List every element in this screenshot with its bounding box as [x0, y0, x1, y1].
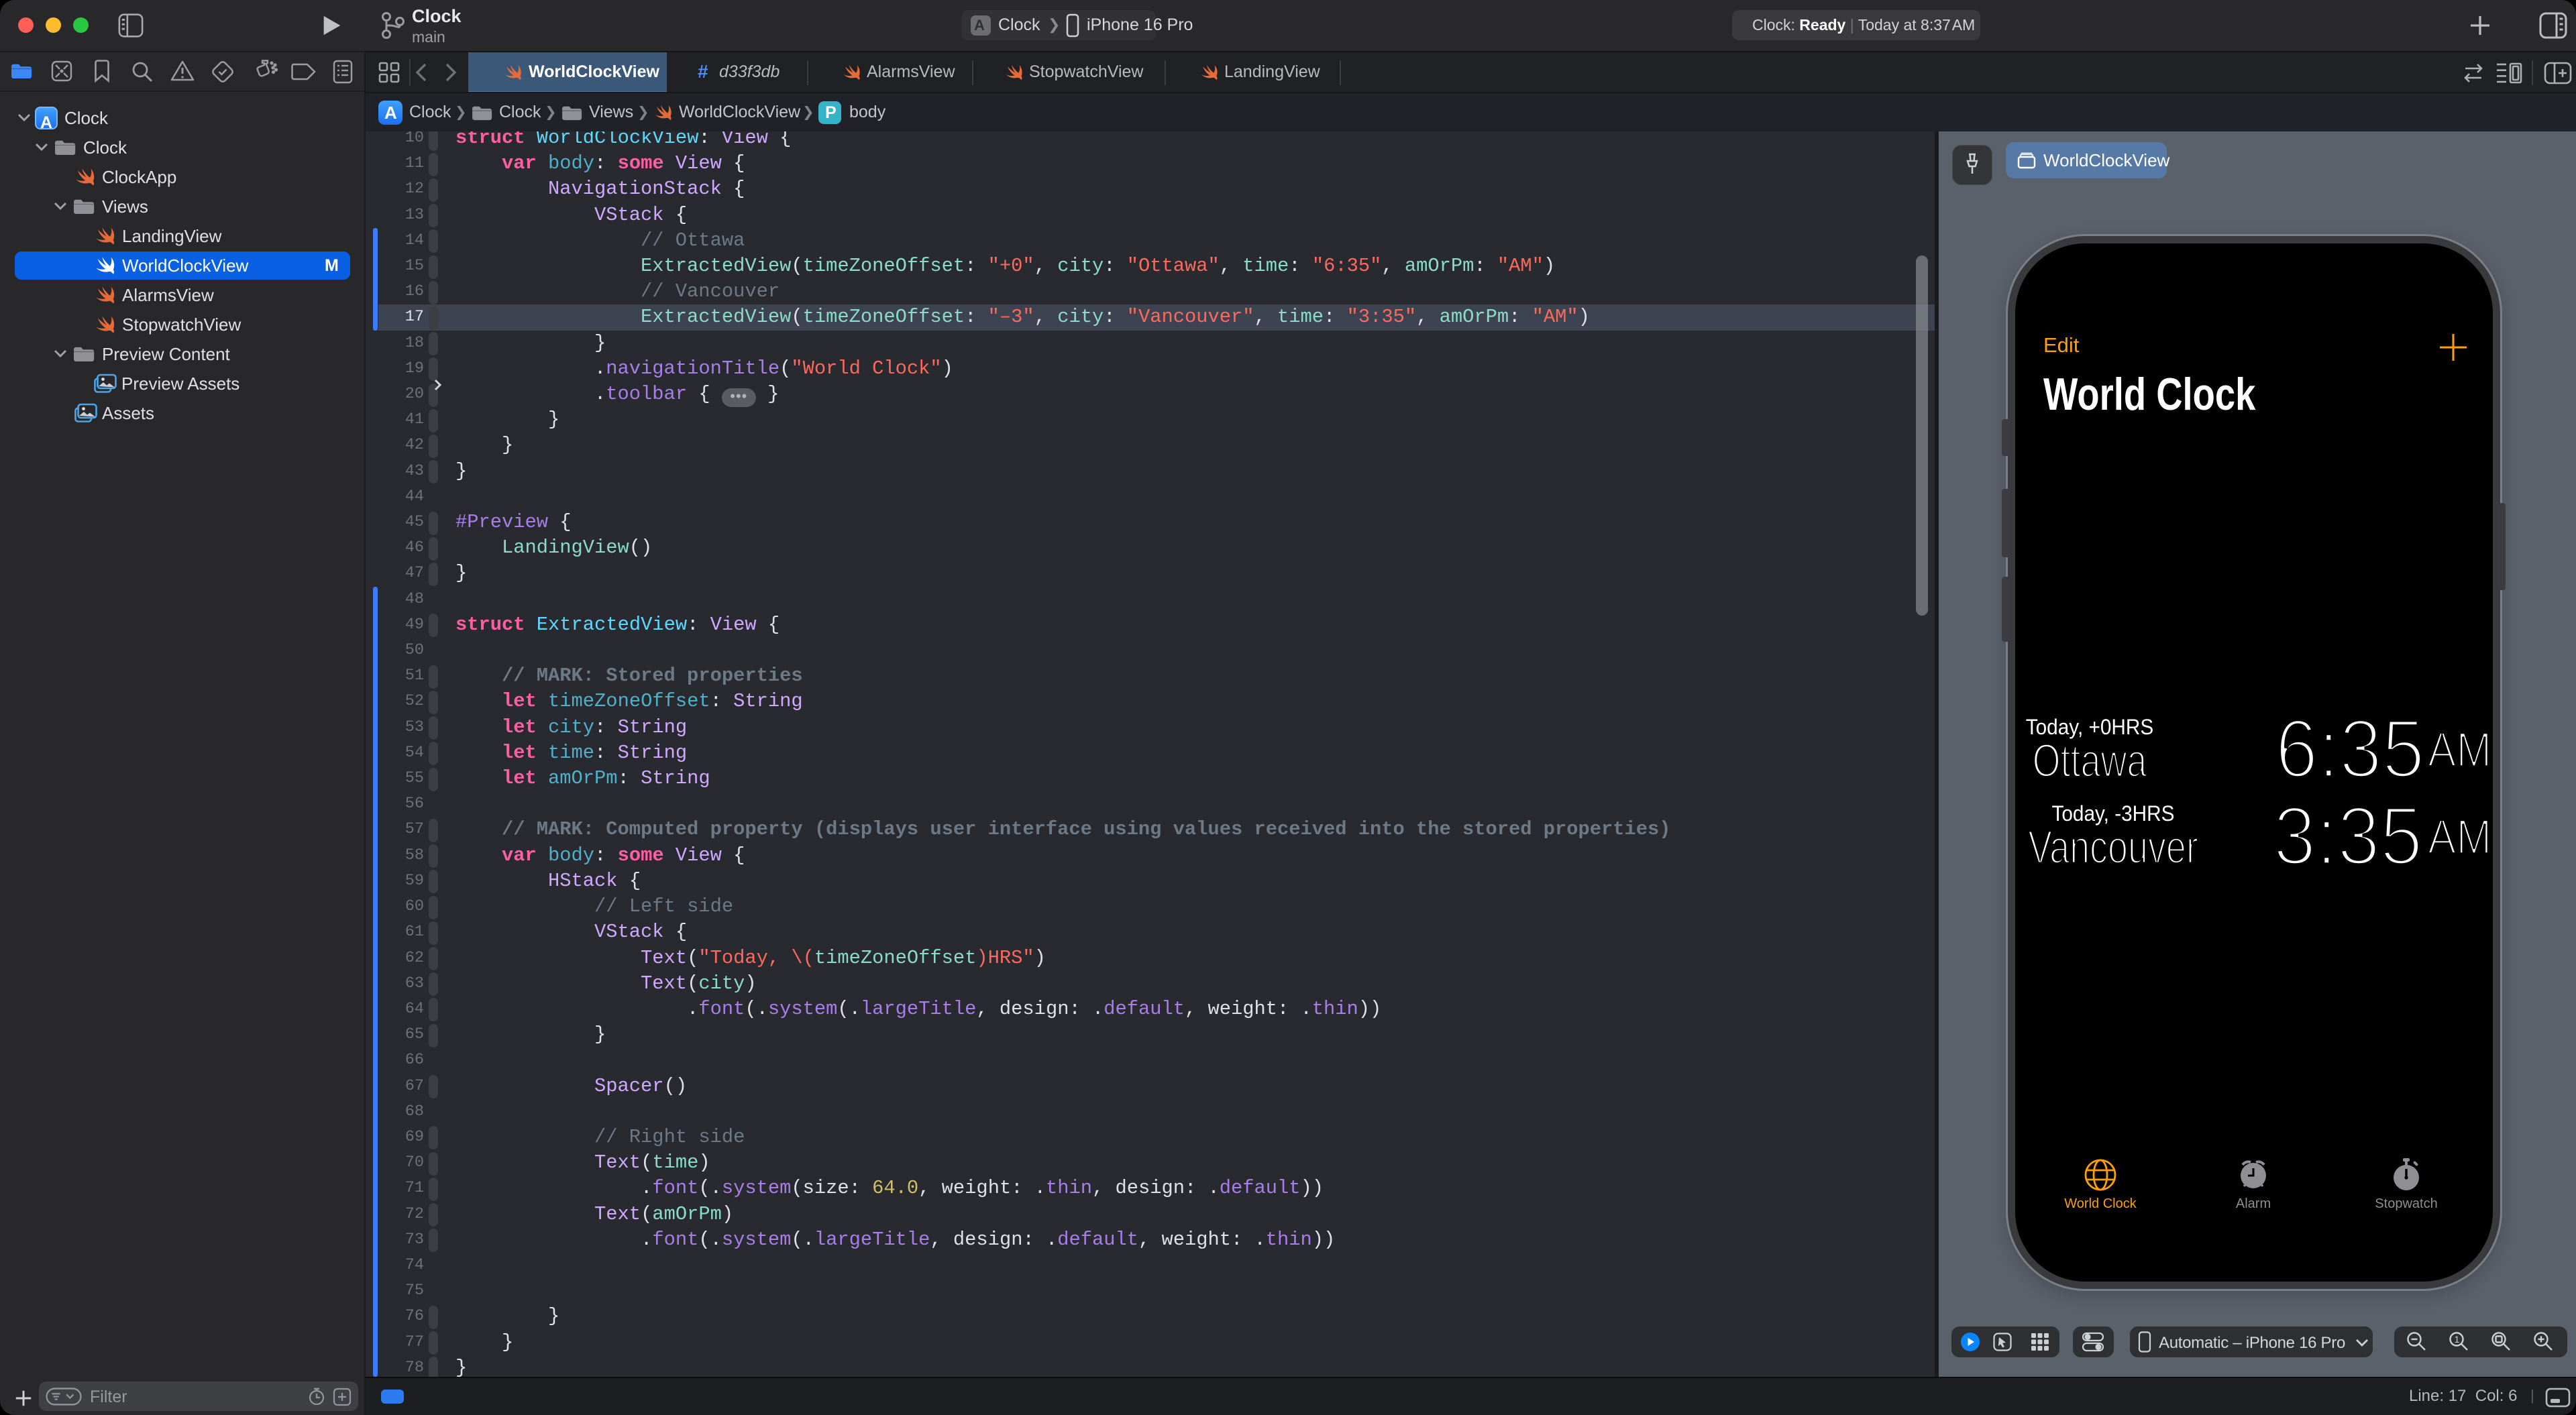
svg-text:1: 1 — [2455, 1334, 2460, 1345]
